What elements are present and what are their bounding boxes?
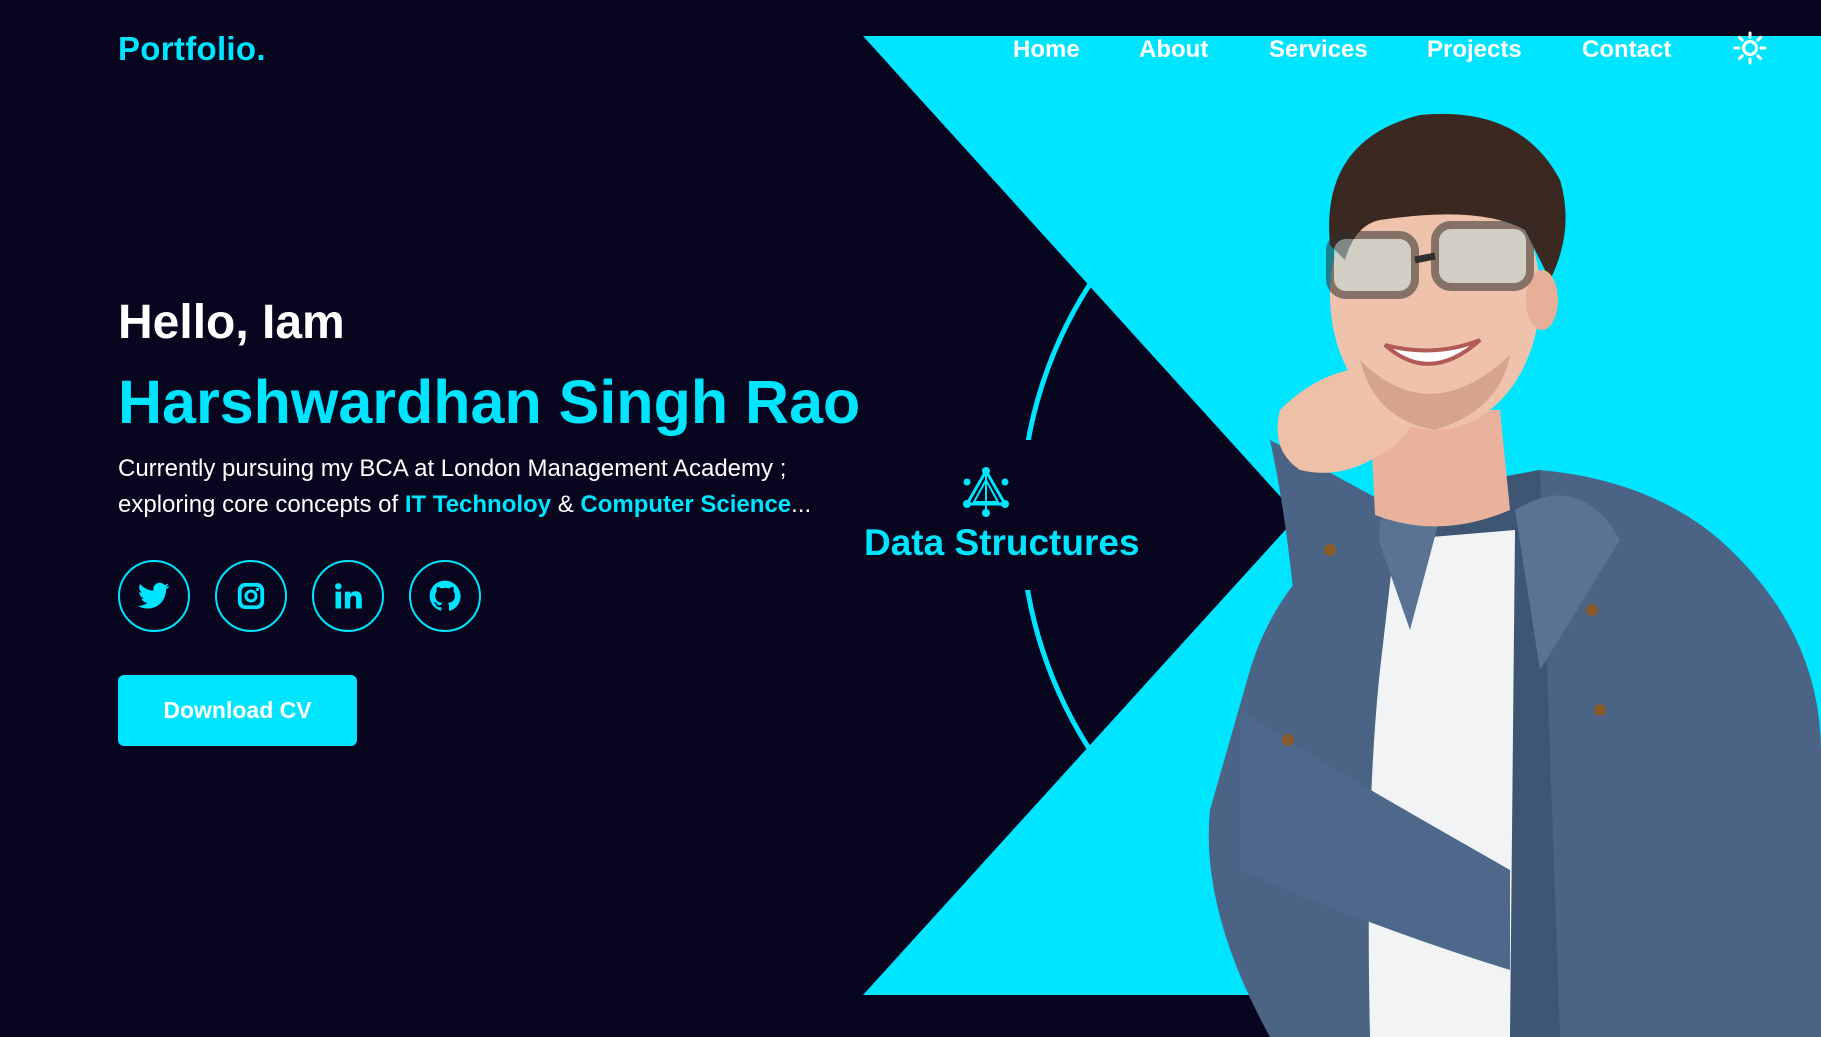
highlight-it-technology: IT Technoloy	[404, 491, 552, 518]
skill-label: Data Structures	[864, 522, 1140, 563]
twitter-icon	[138, 582, 170, 609]
hero-description: Currently pursuing my BCA at London Mana…	[118, 451, 838, 523]
description-prefix: exploring core concepts of	[118, 491, 405, 518]
download-cv-button[interactable]: Download CV	[118, 675, 357, 746]
nav-link-about[interactable]: About	[1139, 36, 1208, 64]
profile-portrait	[1208, 113, 1821, 1037]
hero-greeting: Hello, Iam	[118, 296, 345, 349]
theme-toggle-button[interactable]	[1733, 31, 1767, 65]
hero-name: Harshwardhan Singh Rao	[118, 368, 861, 436]
instagram-icon	[237, 582, 265, 610]
nav-link-home[interactable]: Home	[1013, 36, 1080, 64]
highlight-computer-science: Computer Science	[580, 491, 792, 518]
linkedin-icon	[335, 583, 362, 609]
description-connector: &	[551, 491, 581, 518]
description-line-2: exploring core concepts of IT Technoloy …	[118, 487, 838, 523]
nav-link-contact[interactable]: Contact	[1582, 36, 1671, 64]
linkedin-link[interactable]	[312, 560, 384, 632]
nav-link-projects[interactable]: Projects	[1427, 36, 1522, 64]
graph-network-icon	[963, 467, 1009, 517]
github-link[interactable]	[409, 560, 481, 632]
main-nav: Home About Services Projects Contact	[0, 36, 1821, 66]
description-suffix: ...	[791, 491, 812, 518]
github-icon	[429, 580, 461, 611]
twitter-link[interactable]	[118, 560, 190, 632]
nav-link-services[interactable]: Services	[1269, 36, 1368, 64]
description-line-1: Currently pursuing my BCA at London Mana…	[118, 455, 787, 482]
sun-icon	[1733, 31, 1767, 65]
page: Portfolio. Home About Services Projects …	[0, 0, 1821, 1037]
instagram-link[interactable]	[215, 560, 287, 632]
